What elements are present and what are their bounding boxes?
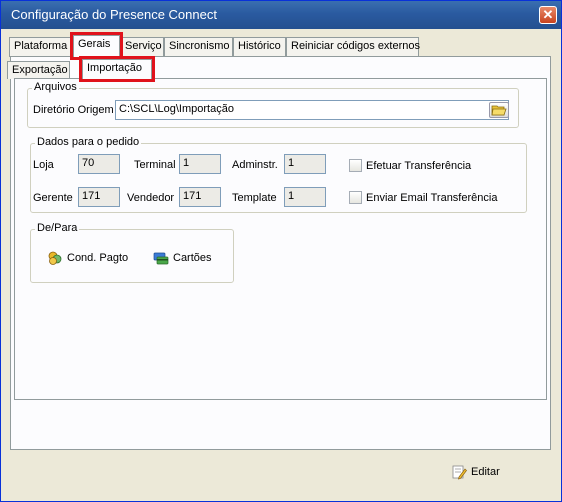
vendedor-label: Vendedor <box>127 192 175 204</box>
efetuar-transferencia-label: Efetuar Transferência <box>366 160 472 172</box>
adminstr-label: Adminstr. <box>232 159 278 171</box>
arquivos-group: Arquivos Diretório Origem C:\SCL\Log\Imp… <box>27 81 519 128</box>
edit-icon <box>452 465 467 480</box>
gerente-field[interactable]: 171 <box>78 187 120 207</box>
terminal-field[interactable]: 1 <box>179 154 221 174</box>
editar-label: Editar <box>471 466 500 478</box>
vendedor-field[interactable]: 171 <box>179 187 221 207</box>
efetuar-transferencia-checkbox[interactable] <box>349 159 362 172</box>
depara-title: De/Para <box>35 222 80 234</box>
tab-reiniciar-codigos[interactable]: Reiniciar códigos externos <box>286 37 420 57</box>
close-button[interactable]: ✕ <box>539 6 557 24</box>
template-label: Template <box>232 192 277 204</box>
depara-group: De/Para Cond. Pagto Cartões <box>30 222 234 283</box>
loja-field[interactable]: 70 <box>78 154 120 174</box>
subtab-exportacao[interactable]: Exportação <box>7 61 70 79</box>
editar-button[interactable]: Editar <box>451 464 500 480</box>
coins-icon <box>48 251 62 265</box>
tab-servico[interactable]: Serviço <box>120 37 164 57</box>
tab-sincronismo[interactable]: Sincronismo <box>164 37 233 57</box>
gerente-label: Gerente <box>33 192 73 204</box>
browse-folder-button[interactable] <box>489 102 509 118</box>
open-folder-icon <box>491 105 507 116</box>
title-bar: Configuração do Presence Connect ✕ <box>1 1 561 29</box>
window-title: Configuração do Presence Connect <box>11 7 217 22</box>
config-window: Configuração do Presence Connect ✕ Plata… <box>0 0 562 502</box>
dados-pedido-group: Dados para o pedido Loja 70 Terminal 1 A… <box>30 136 527 213</box>
dados-pedido-title: Dados para o pedido <box>35 136 142 148</box>
loja-label: Loja <box>33 159 54 171</box>
tab-historico[interactable]: Histórico <box>233 37 286 57</box>
diretorio-origem-input[interactable]: C:\SCL\Log\Importação <box>115 100 509 120</box>
tab-gerais[interactable]: Gerais <box>70 32 123 60</box>
cartoes-label: Cartões <box>173 252 212 264</box>
cartoes-button[interactable]: Cartões <box>153 250 212 266</box>
enviar-email-label: Enviar Email Transferência <box>366 192 498 204</box>
importacao-panel: Arquivos Diretório Origem C:\SCL\Log\Imp… <box>14 78 547 400</box>
terminal-label: Terminal <box>134 159 176 171</box>
adminstr-field[interactable]: 1 <box>284 154 326 174</box>
cond-pagto-label: Cond. Pagto <box>67 252 129 264</box>
tab-plataforma[interactable]: Plataforma <box>9 37 71 57</box>
template-field[interactable]: 1 <box>284 187 326 207</box>
credit-cards-icon <box>153 252 169 265</box>
arquivos-title: Arquivos <box>32 81 79 93</box>
diretorio-origem-label: Diretório Origem <box>33 104 114 116</box>
enviar-email-checkbox[interactable] <box>349 191 362 204</box>
cond-pagto-button[interactable]: Cond. Pagto <box>47 250 128 266</box>
subtab-importacao[interactable]: Importação <box>79 56 155 82</box>
